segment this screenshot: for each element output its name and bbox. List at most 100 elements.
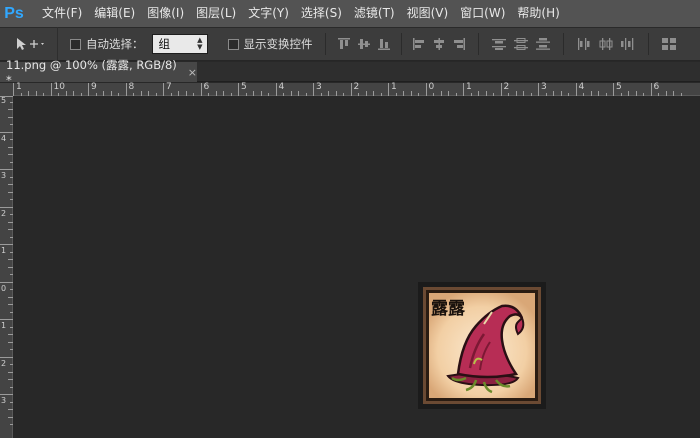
ruler-minor-tick	[8, 296, 13, 298]
align-hcenter-icon[interactable]	[432, 37, 446, 51]
ruler-minor-tick	[8, 146, 13, 148]
menu-item-select[interactable]: 选择(S)	[295, 0, 348, 27]
ruler-minor-tick	[103, 91, 104, 96]
ruler-label: 1	[16, 82, 22, 92]
ruler-minor-tick	[665, 91, 667, 96]
ruler-major-tick	[88, 83, 89, 96]
menu-item-edit[interactable]: 编辑(E)	[88, 0, 141, 27]
menu-item-filter[interactable]: 滤镜(T)	[348, 0, 401, 27]
menu-item-file[interactable]: 文件(F)	[36, 0, 88, 27]
ruler-minor-tick	[8, 266, 13, 268]
menu-item-view[interactable]: 视图(V)	[401, 0, 455, 27]
distribute-bottom-icon[interactable]	[535, 37, 551, 51]
ruler-major-tick	[500, 83, 502, 96]
ruler-minor-tick	[10, 424, 13, 425]
align-top-icon[interactable]	[337, 37, 351, 51]
ruler-major-tick	[463, 83, 464, 96]
ruler-major-tick	[0, 206, 13, 208]
distribute-vcenter-icon[interactable]	[513, 37, 529, 51]
align-left-icon[interactable]	[412, 37, 426, 51]
menu-item-image[interactable]: 图像(I)	[141, 0, 190, 27]
menu-bar: Ps 文件(F) 编辑(E) 图像(I) 图层(L) 文字(Y) 选择(S) 滤…	[0, 0, 700, 27]
ruler-minor-tick	[10, 311, 13, 313]
ruler-major-tick	[238, 83, 239, 96]
canvas-area[interactable]	[14, 97, 700, 438]
ruler-minor-tick	[545, 93, 547, 96]
separator	[477, 33, 479, 55]
distribute-top-icon[interactable]	[491, 37, 507, 51]
distribute-right-icon[interactable]	[620, 37, 636, 51]
ruler-major-tick	[200, 83, 202, 96]
menu-item-window[interactable]: 窗口(W)	[454, 0, 511, 27]
ruler-minor-tick	[365, 91, 367, 96]
ruler-major-tick	[0, 394, 13, 395]
ruler-minor-tick	[598, 91, 599, 96]
ruler-minor-tick	[380, 93, 382, 96]
auto-select-value: 组	[158, 37, 171, 51]
ruler-minor-tick	[583, 93, 584, 96]
ruler-label: 6	[203, 82, 210, 92]
ruler-minor-tick	[148, 91, 149, 96]
ruler-minor-tick	[10, 101, 13, 103]
separator	[324, 33, 326, 55]
ruler-minor-tick	[8, 184, 13, 185]
ruler-minor-tick	[193, 93, 194, 96]
ruler-major-tick	[125, 83, 127, 96]
align-vcenter-icon[interactable]	[357, 37, 371, 51]
align-right-icon[interactable]	[452, 37, 466, 51]
show-transform-checkbox[interactable]	[227, 38, 239, 50]
menu-item-help[interactable]: 帮助(H)	[511, 0, 565, 27]
ruler-label: 5	[241, 82, 247, 92]
ruler-minor-tick	[95, 93, 97, 96]
ruler-minor-tick	[418, 93, 419, 96]
ruler-minor-tick	[553, 91, 554, 96]
ruler-minor-tick	[43, 93, 44, 96]
menu-item-type[interactable]: 文字(Y)	[242, 0, 295, 27]
distribute-hcenter-icon[interactable]	[598, 37, 614, 51]
auto-select-dropdown[interactable]: 组 ▲ ▼	[151, 34, 208, 54]
document-image[interactable]: 露露	[418, 282, 546, 409]
menu-item-layer[interactable]: 图层(L)	[190, 0, 242, 27]
ruler-minor-tick	[493, 93, 494, 96]
document-tab[interactable]: 11.png @ 100% (露露, RGB/8) * ×	[0, 58, 197, 87]
ruler-label: 4	[278, 82, 285, 92]
align-bottom-icon[interactable]	[377, 37, 391, 51]
ruler-minor-tick	[10, 326, 13, 328]
ruler-minor-tick	[10, 401, 13, 403]
ruler-minor-tick	[485, 91, 487, 96]
ruler-minor-tick	[223, 91, 224, 96]
ruler-minor-tick	[118, 93, 119, 96]
horizontal-ruler[interactable]: 1 10 9 8 7 6 5 4 3 2 1 0 1 2 3 4 5 6	[13, 82, 700, 96]
move-tool-preset-button[interactable]	[0, 27, 58, 61]
separator	[647, 33, 649, 55]
ruler-minor-tick	[395, 93, 397, 96]
ruler-major-tick	[0, 356, 13, 358]
ruler-minor-tick	[358, 93, 359, 96]
ruler-minor-tick	[155, 93, 157, 96]
ruler-minor-tick	[268, 93, 269, 96]
ruler-minor-tick	[8, 259, 13, 260]
ruler-minor-tick	[10, 289, 13, 290]
ruler-origin[interactable]	[0, 83, 13, 96]
vertical-ruler[interactable]: 5 4 3 2 1 0 1 2 3	[0, 96, 13, 438]
ruler-minor-tick	[305, 93, 307, 96]
distribute-left-icon[interactable]	[576, 37, 592, 51]
ruler-minor-tick	[10, 139, 13, 140]
separator	[562, 33, 564, 55]
ruler-minor-tick	[643, 93, 644, 96]
ruler-major-tick	[163, 83, 164, 96]
photoshop-logo: Ps	[4, 4, 24, 22]
close-icon[interactable]: ×	[188, 66, 197, 79]
auto-align-layers-icon[interactable]	[661, 37, 677, 51]
ruler-minor-tick	[620, 93, 622, 96]
ruler-major-tick	[0, 244, 13, 245]
ruler-minor-tick	[290, 91, 292, 96]
document-tab-bar: 11.png @ 100% (露露, RGB/8) * ×	[0, 58, 700, 87]
ruler-label: 2	[503, 82, 510, 92]
ruler-minor-tick	[10, 236, 13, 238]
ruler-minor-tick	[185, 91, 187, 96]
ruler-minor-tick	[260, 91, 262, 96]
auto-select-checkbox[interactable]	[70, 38, 81, 50]
ruler-minor-tick	[320, 93, 322, 96]
ruler-minor-tick	[10, 176, 13, 178]
